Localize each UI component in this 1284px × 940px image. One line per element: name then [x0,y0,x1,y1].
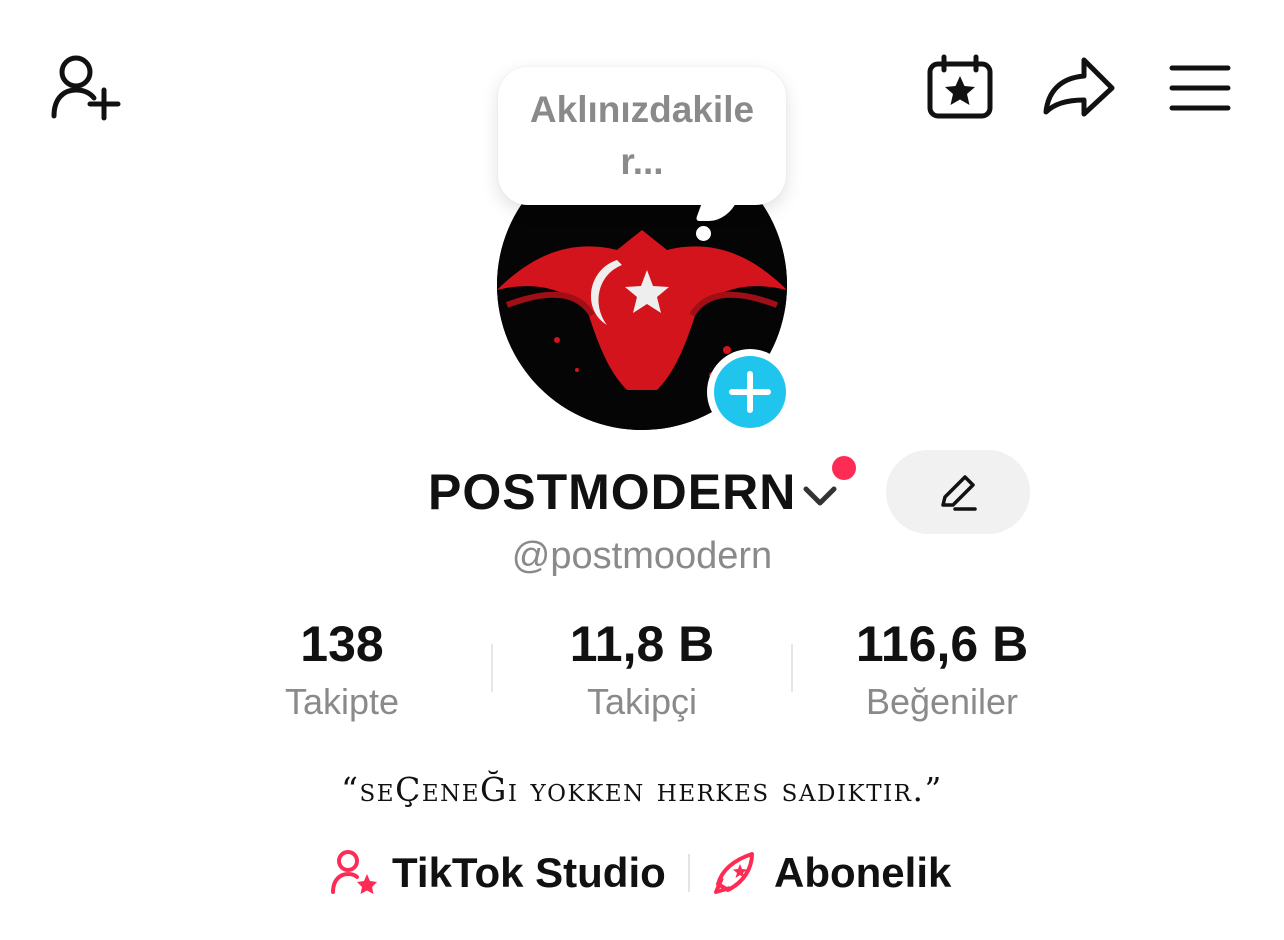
rocket-star-icon [714,852,754,894]
share-arrow-icon [1043,57,1115,117]
username: @postmoodern [511,535,773,577]
edit-profile-button[interactable] [886,450,1030,534]
share-profile-button[interactable] [1040,54,1118,120]
tiktok-studio-label: TikTok Studio [392,849,666,896]
stat-value: 11,8 B [569,616,715,672]
person-plus-icon [51,55,121,121]
stat-value: 138 [300,616,384,672]
display-name[interactable]: POSTMODERN [428,463,796,521]
subscription-link[interactable]: Abonelik [712,840,951,906]
add-story-button[interactable] [707,349,793,435]
stat-label: Takipte [284,681,400,722]
thought-bubble[interactable]: Aklınızdakiler... [498,67,786,205]
pencil-icon [941,475,977,511]
hamburger-menu-icon [1169,65,1231,111]
events-calendar-button[interactable] [924,54,996,120]
add-story-badge [714,356,786,428]
subscription-label: Abonelik [774,849,952,896]
thought-bubble-placeholder: Aklınızdakiler... [529,89,755,182]
plus-icon [729,371,771,413]
stat-likes[interactable]: 116,6 B Beğeniler [792,612,1092,728]
profile-links: TikTok Studio Abonelik [0,840,1284,910]
profile-stats: 138 Takipte 11,8 B Takipçi 116,6 B Beğen… [192,612,1092,722]
notification-dot [832,456,856,480]
name-row: POSTMODERN [0,450,1284,535]
person-star-icon [331,850,377,894]
calendar-star-icon [927,54,993,119]
add-friend-button[interactable] [46,52,122,122]
stat-value: 116,6 B [855,616,1029,672]
chevron-down-icon[interactable] [800,477,840,513]
tiktok-studio-link[interactable]: TikTok Studio [330,840,666,906]
profile-bio: “seÇeneĞi yokken herkes sadıktır.” [341,770,943,809]
thought-bubble-dot [696,226,711,241]
stat-label: Takipçi [586,681,698,722]
links-divider [688,854,690,892]
stat-label: Beğeniler [865,681,1019,722]
stat-followers[interactable]: 11,8 B Takipçi [492,612,792,728]
menu-button[interactable] [1166,62,1234,114]
stat-following[interactable]: 138 Takipte [192,612,492,728]
profile-screen: Aklınızdakiler... POSTMODERN @postmooder… [0,0,1284,940]
